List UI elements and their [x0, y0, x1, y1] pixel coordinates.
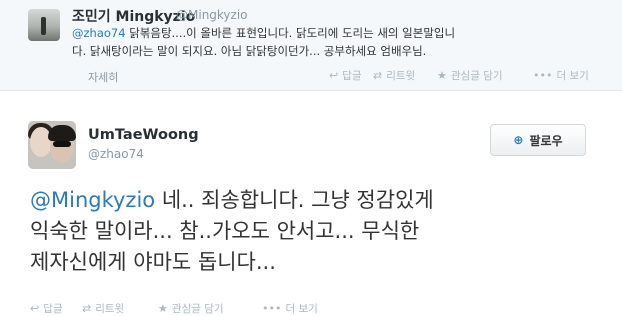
avatar[interactable] [28, 121, 76, 169]
reply-button[interactable]: ↩ 답글 [329, 68, 362, 83]
user-handle[interactable]: @Mingkyzio [176, 8, 248, 22]
favorite-label: 관심글 담기 [450, 70, 503, 82]
mention-link[interactable]: @Mingkyzio [30, 188, 155, 212]
more-button[interactable]: ••• 더 보기 [533, 68, 589, 83]
favorite-label: 관심글 담기 [171, 303, 224, 315]
avatar-figure [41, 17, 46, 35]
retweet-icon: ⇄ [82, 302, 92, 315]
tweet-text-line2: 다. 닭새탕이라는 말이 되지요. 아님 닭닭탕이던가... 공부하세요 엄배우… [72, 44, 427, 58]
retweet-label: 리트윗 [95, 303, 125, 315]
mention-link[interactable]: @zhao74 [72, 26, 126, 40]
follow-label: 팔로우 [529, 133, 563, 148]
user-handle[interactable]: @zhao74 [88, 147, 144, 161]
reply-arrow-icon: ↩ [329, 69, 339, 82]
favorite-button[interactable]: ★ 관심글 담기 [437, 68, 503, 83]
add-user-icon: ⊕ [513, 133, 524, 147]
reply-tweet[interactable]: 조민기 Mingkyzio @Mingkyzio @zhao74 닭볶음탕...… [0, 0, 622, 91]
tweet-actions: ↩ 답글 ⇄ 리트윗 ★ 관심글 담기 ••• 더 보기 [315, 68, 622, 84]
tweet-text-line3: 제자신에게 야마도 돕니다... [30, 250, 276, 274]
tweet-text-line1: 네.. 죄송합니다. 그냥 정감있게 [155, 188, 434, 212]
tweet-text-line1: 닭볶음탕....이 올바른 표현입니다. 닭도리에 도리는 새의 일본말입니 [125, 26, 456, 40]
expand-link[interactable]: 자세히 [88, 69, 118, 85]
display-name-korean[interactable]: 조민기 [72, 9, 111, 25]
retweet-button[interactable]: ⇄ 리트윗 [373, 68, 415, 83]
main-tweet: UmTaeWoong @zhao74 ⊕ 팔로우 @Mingkyzio 네.. … [0, 91, 622, 316]
tweet-text: @Mingkyzio 네.. 죄송합니다. 그냥 정감있게익숙한 말이라... … [30, 185, 610, 278]
reply-arrow-icon: ↩ [30, 302, 40, 315]
retweet-button[interactable]: ⇄ 리트윗 [82, 301, 124, 316]
retweet-label: 리트윗 [386, 70, 416, 82]
reply-label: 답글 [43, 303, 63, 315]
tweet-text: @zhao74 닭볶음탕....이 올바른 표현입니다. 닭도리에 도리는 새의… [72, 24, 602, 60]
reply-label: 답글 [342, 70, 362, 82]
favorite-button[interactable]: ★ 관심글 담기 [158, 301, 224, 316]
tweet-text-line2: 익숙한 말이라... 참..가오도 안서고... 무식한 [30, 219, 420, 243]
avatar-part [48, 125, 76, 141]
avatar-part [53, 141, 71, 147]
star-icon: ★ [437, 69, 447, 82]
avatar[interactable] [28, 9, 60, 41]
more-button[interactable]: ••• 더 보기 [262, 301, 318, 316]
ellipsis-icon: ••• [533, 69, 553, 82]
display-name[interactable]: UmTaeWoong [88, 127, 199, 143]
reply-button[interactable]: ↩ 답글 [30, 301, 63, 316]
star-icon: ★ [158, 302, 168, 315]
follow-button[interactable]: ⊕ 팔로우 [490, 124, 586, 156]
more-label: 더 보기 [556, 70, 589, 82]
ellipsis-icon: ••• [262, 302, 282, 315]
more-label: 더 보기 [285, 303, 318, 315]
retweet-icon: ⇄ [373, 69, 383, 82]
